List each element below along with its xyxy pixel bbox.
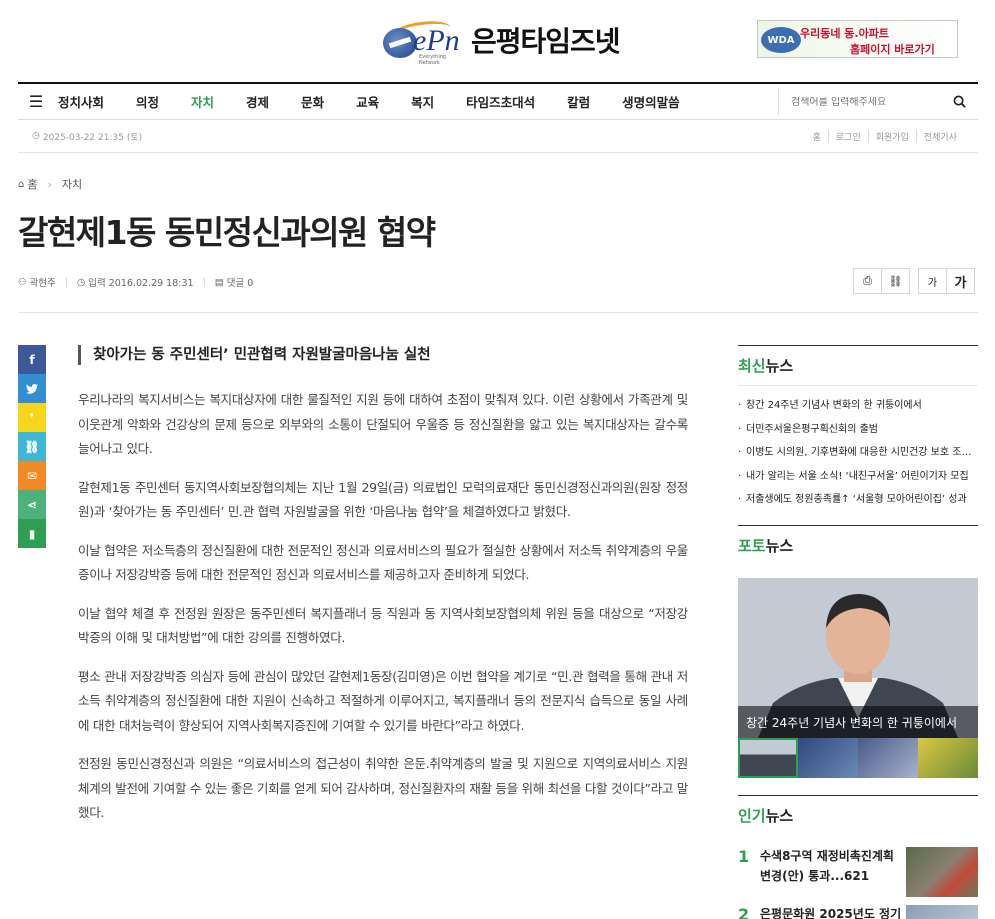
breadcrumb-section[interactable]: 자치 xyxy=(62,176,82,192)
article-title: 갈현제1동 동민정신과의원 협약 xyxy=(18,213,436,252)
breadcrumb: ⌂ 홈 › 자치 xyxy=(18,176,82,192)
popular-news-list: 1 수색8구역 재정비촉진계획 변경(안) 통과...621 2 은평문화원 2… xyxy=(738,838,978,919)
util-link-all-articles[interactable]: 전체기사 xyxy=(915,129,964,143)
article-body: 우리나라의 복지서비스는 복지대상자에 대한 물질적인 지원 등에 대하여 초점… xyxy=(78,388,688,840)
comment-icon: ▤ xyxy=(214,276,224,288)
nav-item-welfare[interactable]: 복지 xyxy=(411,92,434,111)
twitter-icon[interactable] xyxy=(18,374,46,403)
popular-title[interactable]: 수색8구역 재정비촉진계획 변경(안) 통과...621 xyxy=(760,838,902,886)
clock-icon: ◷ xyxy=(76,276,86,288)
photo-thumbnail[interactable] xyxy=(738,738,798,778)
photo-news: 포토 뉴스 xyxy=(738,525,978,565)
popular-news-item[interactable]: 1 수색8구역 재정비촉진계획 변경(안) 통과...621 xyxy=(738,838,978,897)
util-link-home[interactable]: 홈 xyxy=(806,130,828,143)
util-link-signup[interactable]: 회원가입 xyxy=(867,129,916,143)
print-icon[interactable]: ⎙ xyxy=(853,268,882,294)
latest-news-item[interactable]: 저출생에도 정원충족률↑ ‘서울형 모아어린이집’ 성과 xyxy=(738,488,978,512)
article-paragraph: 이날 협약은 저소득층의 정신질환에 대한 전문적인 정신과 의료서비스의 필요… xyxy=(78,542,688,583)
nav-item-economy[interactable]: 경제 xyxy=(246,92,269,111)
nav-item-culture[interactable]: 문화 xyxy=(301,92,324,111)
article-tools: ⎙ ⛓ 가 가 xyxy=(853,268,975,294)
photo-news-heading: 포토 뉴스 xyxy=(738,525,978,565)
popular-news: 인기 뉴스 xyxy=(738,795,978,835)
menu-icon[interactable]: ☰ xyxy=(18,84,54,120)
banner-line1: 우리동네 동.아파트 xyxy=(800,27,889,40)
font-smaller-button[interactable]: 가 xyxy=(918,268,947,294)
share-icon[interactable]: ⋖ xyxy=(18,490,46,519)
popular-rank: 2 xyxy=(738,905,750,919)
site-logo[interactable]: ePn Everything Network 은평타임즈넷 xyxy=(383,17,621,66)
latest-news-item[interactable]: 내가 알리는 서울 소식! ‘내친구서울’ 어린이기자 모집 xyxy=(738,465,978,489)
font-larger-button[interactable]: 가 xyxy=(946,268,975,294)
nav-item-sermon[interactable]: 생명의말씀 xyxy=(622,92,680,111)
banner-line2: 홈페이지 바로가기 xyxy=(850,43,935,56)
wda-badge: WDA xyxy=(761,27,801,53)
home-icon[interactable]: ⌂ xyxy=(18,179,24,190)
photo-thumbnail[interactable] xyxy=(858,738,918,778)
site-name: 은평타임즈넷 xyxy=(471,25,621,58)
bookmark-icon[interactable]: ▮ xyxy=(18,519,46,548)
utility-bar: ◷ 2025-03-22 21:35 (토) 홈 로그인 회원가입 전체기사 xyxy=(18,120,978,153)
article-date: 입력 2016.02.29 18:31 xyxy=(88,278,194,289)
breadcrumb-home[interactable]: 홈 xyxy=(27,176,37,192)
nav-item-politics[interactable]: 정치사회 xyxy=(58,92,104,111)
email-icon[interactable]: ✉ xyxy=(18,461,46,490)
chevron-right-icon: › xyxy=(47,177,52,191)
main-nav: ☰ 정치사회 의정 자치 경제 문화 교육 복지 타임즈초대석 칼럼 생명의말씀 xyxy=(18,84,978,120)
nav-item-column[interactable]: 칼럼 xyxy=(567,92,590,111)
link-icon[interactable]: ⛓ xyxy=(881,268,910,294)
article-paragraph: 평소 관내 저장강박증 의심자 등에 관심이 많았던 갈현제1동장(김미영)은 … xyxy=(78,668,688,733)
popular-thumbnail[interactable] xyxy=(906,847,978,897)
comment-count[interactable]: 댓글 0 xyxy=(227,275,254,289)
photo-thumbnail[interactable] xyxy=(798,738,858,778)
photo-thumbnail[interactable] xyxy=(918,738,978,778)
latest-news-item[interactable]: 창간 24주년 기념사 변화의 한 귀퉁이에서 xyxy=(738,394,978,418)
article-paragraph: 이날 협약 체결 후 전정원 원장은 동주민센터 복지플래너 등 직원과 동 지… xyxy=(78,605,688,646)
article-meta: ⚇ 곽현주 | ◷ 입력 2016.02.29 18:31 | ▤ 댓글 0 xyxy=(18,275,254,290)
logo-mark: ePn Everything Network xyxy=(383,17,465,66)
article-subtitle: 찾아가는 동 주민센터’ 민관협력 자원발굴마음나눔 실천 xyxy=(78,345,431,365)
meta-divider xyxy=(18,312,978,313)
latest-news-heading: 최신 뉴스 xyxy=(738,345,978,385)
popular-news-heading: 인기 뉴스 xyxy=(738,795,978,835)
article-paragraph: 우리나라의 복지서비스는 복지대상자에 대한 물질적인 지원 등에 대하여 초점… xyxy=(78,392,688,456)
latest-news: 최신뉴스 창간 24주년 기념사 변화의 한 귀퉁이에서 더민주서울은평구획신회… xyxy=(738,345,978,512)
current-datetime: 2025-03-22 21:35 (토) xyxy=(42,132,143,143)
kakao-story-icon[interactable]: ❜ xyxy=(18,403,46,432)
popular-news-item[interactable]: 2 은평문화원 2025년도 정기총회 xyxy=(738,896,978,919)
share-bar: f ❜ ⛓ ✉ ⋖ ▮ xyxy=(18,345,46,548)
user-icon: ⚇ xyxy=(18,276,27,288)
clock-icon: ◷ xyxy=(32,131,40,141)
nav-item-education[interactable]: 교육 xyxy=(356,92,379,111)
util-link-login[interactable]: 로그인 xyxy=(827,129,868,143)
article-paragraph: 전정원 동민신경정신과 의원은 “의료서비스의 접근성이 취약한 은둔.취약계층… xyxy=(78,756,688,820)
popular-rank: 1 xyxy=(738,847,750,866)
search-box xyxy=(778,88,978,116)
popular-title[interactable]: 은평문화원 2025년도 정기총회 xyxy=(760,896,902,919)
search-icon[interactable] xyxy=(953,95,966,108)
link-copy-icon[interactable]: ⛓ xyxy=(18,432,46,461)
nav-item-interview[interactable]: 타임즈초대석 xyxy=(466,92,535,111)
nav-item-council[interactable]: 의정 xyxy=(136,92,159,111)
search-input[interactable] xyxy=(779,96,939,108)
nav-item-autonomy[interactable]: 자치 xyxy=(191,92,214,111)
photo-caption: 창간 24주년 기념사 변화의 한 귀퉁이에서 xyxy=(738,706,978,738)
article-paragraph: 갈현제1동 주민센터 동지역사회보장협의체는 지난 1월 29일(금) 의료법인… xyxy=(78,479,688,520)
photo-news-main[interactable]: 창간 24주년 기념사 변화의 한 귀퉁이에서 xyxy=(738,578,978,738)
facebook-icon[interactable]: f xyxy=(18,345,46,374)
latest-news-item[interactable]: 이병도 시의원, 기후변화에 대응한 시민건강 보호 조례 발의 xyxy=(738,441,978,465)
article-author: 곽현주 xyxy=(29,278,56,289)
latest-news-item[interactable]: 더민주서울은평구획신회의 출범 xyxy=(738,418,978,442)
photo-thumbnails xyxy=(738,738,978,778)
neighborhood-banner[interactable]: WDA 우리동네 동.아파트 홈페이지 바로가기 xyxy=(757,20,958,58)
popular-thumbnail[interactable] xyxy=(906,905,978,919)
